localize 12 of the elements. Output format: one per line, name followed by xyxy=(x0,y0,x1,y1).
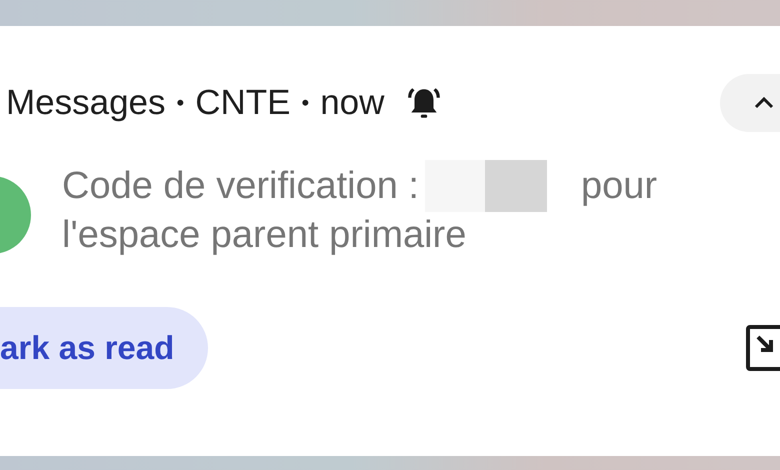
mark-as-read-button[interactable]: ark as read xyxy=(0,307,208,389)
separator-dot: • xyxy=(176,90,184,116)
arrow-in-box-icon[interactable] xyxy=(746,325,780,371)
chevron-up-icon xyxy=(754,97,774,109)
sender-name: CNTE xyxy=(195,83,291,123)
collapse-button[interactable] xyxy=(720,74,780,132)
message-text: Code de verification : xyxy=(62,164,419,208)
message-text: l'espace parent primaire xyxy=(62,213,466,258)
timestamp: now xyxy=(320,83,384,123)
separator-dot: • xyxy=(302,90,310,116)
message-text: pour xyxy=(580,164,658,208)
app-name: Messages xyxy=(6,83,166,123)
